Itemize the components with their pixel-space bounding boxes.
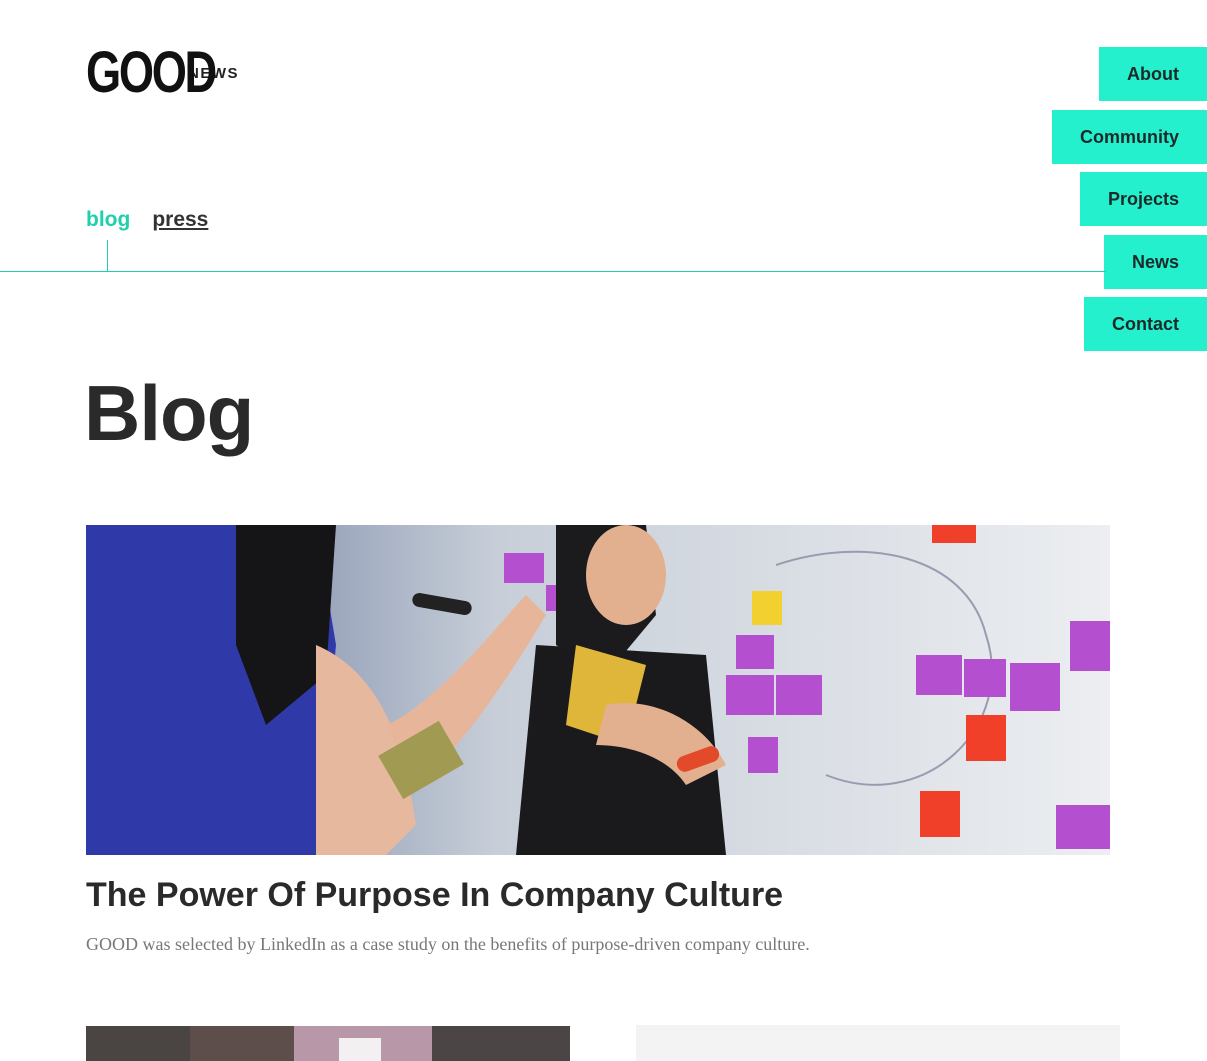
site-logo[interactable]: GOOD NEWS	[86, 44, 239, 102]
subnav-tab-press[interactable]: press	[152, 208, 208, 232]
featured-post-image[interactable]	[86, 525, 1110, 855]
nav-item-contact[interactable]: Contact	[1084, 297, 1207, 351]
subnav-divider	[0, 271, 1106, 272]
news-subnav: blog press	[86, 208, 208, 232]
nav-item-news[interactable]: News	[1103, 234, 1207, 289]
featured-photo-illustration	[86, 525, 1110, 855]
nav-item-projects[interactable]: Projects	[1079, 172, 1207, 226]
featured-post-title[interactable]: The Power Of Purpose In Company Culture	[86, 876, 783, 915]
subnav-tab-blog[interactable]: blog	[86, 208, 130, 232]
featured-post-excerpt: GOOD was selected by LinkedIn as a case …	[86, 934, 810, 954]
post-thumbnail[interactable]	[86, 1026, 570, 1061]
thumbnail-photo	[86, 1026, 570, 1061]
logo-wordmark: GOOD	[86, 40, 217, 105]
nav-item-community[interactable]: Community	[1052, 109, 1207, 164]
page-title: Blog	[84, 369, 254, 457]
nav-item-about[interactable]: About	[1099, 47, 1207, 101]
active-tab-indicator	[107, 240, 108, 272]
main-nav: About Community Projects News Contact	[1052, 47, 1207, 360]
post-card-placeholder[interactable]	[636, 1025, 1120, 1061]
